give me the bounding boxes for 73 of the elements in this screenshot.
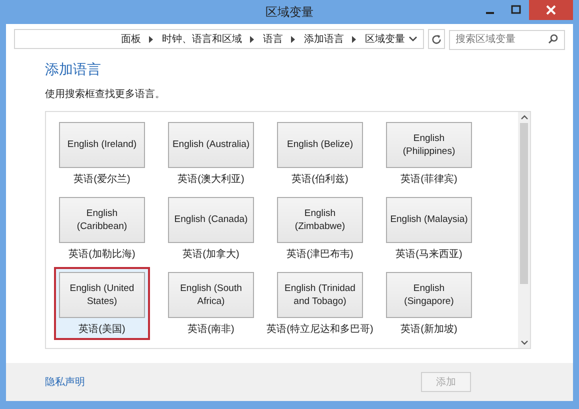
- language-option[interactable]: English (South Africa) 英语(南非): [163, 267, 259, 340]
- scroll-up-icon[interactable]: [520, 115, 528, 120]
- breadcrumb-item[interactable]: 添加语言: [304, 32, 344, 46]
- window-title: 区域变量: [266, 4, 314, 20]
- refresh-icon: [430, 34, 442, 44]
- search-field[interactable]: 搜索区域变量: [448, 30, 565, 50]
- close-icon: [546, 5, 556, 15]
- language-name: English (Zimbabwe): [294, 206, 346, 234]
- language-native-name: 英语(津巴布韦): [286, 248, 354, 261]
- language-native-name: 英语(新加坡): [400, 322, 458, 336]
- breadcrumb-item[interactable]: 区域变量: [365, 32, 405, 46]
- language-native-name: 英语(伯利兹): [292, 172, 348, 186]
- description-text: 使用搜索框查找更多语言。: [45, 88, 166, 101]
- language-tile[interactable]: English (Ireland): [59, 122, 145, 168]
- language-tile[interactable]: English (United States): [59, 272, 145, 318]
- language-name: English (Australia): [172, 138, 250, 152]
- address-bar[interactable]: 面板 时钟、语言和区域 语言 添加语言 区域变量: [14, 29, 424, 49]
- language-native-name: 英语(南非): [188, 322, 234, 336]
- language-tile[interactable]: English (Malaysia): [386, 197, 472, 243]
- search-icon: [548, 34, 558, 44]
- language-name: English (Philippines): [402, 132, 456, 158]
- language-name: English (Malaysia): [390, 213, 468, 227]
- language-option[interactable]: English (Canada) 英语(加拿大): [163, 192, 259, 265]
- language-option[interactable]: English (Philippines) 英语(菲律宾): [381, 117, 477, 190]
- language-tile[interactable]: English (Caribbean): [59, 197, 145, 243]
- language-native-name: 英语(美国): [78, 322, 126, 336]
- language-native-name: 英语(澳大利亚): [178, 172, 244, 186]
- language-option[interactable]: English (Belize) 英语(伯利兹): [272, 117, 368, 190]
- chevron-icon: [250, 36, 255, 42]
- language-tile[interactable]: English (Australia): [168, 122, 254, 168]
- language-option[interactable]: English (Singapore) 英语(新加坡): [381, 267, 477, 340]
- language-name: English (South Africa): [179, 282, 243, 308]
- minimize-icon: [486, 12, 494, 14]
- language-native-name: 英语(菲律宾): [400, 172, 458, 186]
- breadcrumb-item[interactable]: 面板: [121, 32, 141, 46]
- language-tile[interactable]: English (Zimbabwe): [277, 197, 363, 243]
- language-native-name: 英语(爱尔兰): [74, 172, 130, 186]
- language-option[interactable]: English (Ireland) 英语(爱尔兰): [54, 117, 150, 190]
- chevron-icon: [352, 36, 357, 42]
- language-tile[interactable]: English (Philippines): [386, 122, 472, 168]
- language-name: English (Ireland): [67, 138, 137, 152]
- language-option[interactable]: English (Malaysia) 英语(马来西亚): [381, 192, 477, 265]
- language-native-name: 英语(马来西亚): [396, 248, 462, 261]
- close-button[interactable]: [529, 0, 573, 20]
- language-tile[interactable]: English (South Africa): [168, 272, 254, 318]
- chevron-icon: [149, 36, 154, 42]
- language-name: English (United States): [68, 282, 136, 308]
- chevron-icon: [291, 36, 296, 42]
- language-native-name: 英语(特立尼达和多巴哥): [266, 322, 374, 336]
- language-option[interactable]: English (United States) 英语(美国): [54, 267, 150, 340]
- language-option[interactable]: English (Caribbean) 英语(加勒比海): [54, 192, 150, 265]
- language-native-name: 英语(加勒比海): [68, 248, 136, 261]
- language-name: English (Canada): [174, 213, 248, 227]
- privacy-link[interactable]: 隐私声明: [45, 375, 85, 389]
- language-tile[interactable]: English (Trinidad and Tobago): [277, 272, 363, 318]
- language-name: English (Singapore): [403, 282, 455, 308]
- breadcrumb-item[interactable]: 时钟、语言和区域: [162, 32, 242, 46]
- language-tile[interactable]: English (Belize): [277, 122, 363, 168]
- language-name: English (Caribbean): [76, 206, 128, 234]
- language-tile[interactable]: English (Singapore): [386, 272, 472, 318]
- language-native-name: 英语(加拿大): [182, 248, 240, 261]
- language-tile[interactable]: English (Canada): [168, 197, 254, 243]
- language-option[interactable]: English (Zimbabwe) 英语(津巴布韦): [272, 192, 368, 265]
- breadcrumb-item[interactable]: 语言: [263, 32, 283, 46]
- language-name: English (Belize): [287, 138, 353, 152]
- dropdown-icon[interactable]: [409, 36, 417, 42]
- refresh-button[interactable]: [428, 29, 445, 49]
- maximize-icon: [511, 5, 521, 15]
- language-name: English (Trinidad and Tobago): [284, 282, 356, 308]
- scroll-down-icon[interactable]: [520, 340, 528, 345]
- language-option[interactable]: English (Australia) 英语(澳大利亚): [163, 117, 259, 190]
- scrollbar[interactable]: [518, 112, 530, 348]
- page-heading: 添加语言: [45, 61, 102, 79]
